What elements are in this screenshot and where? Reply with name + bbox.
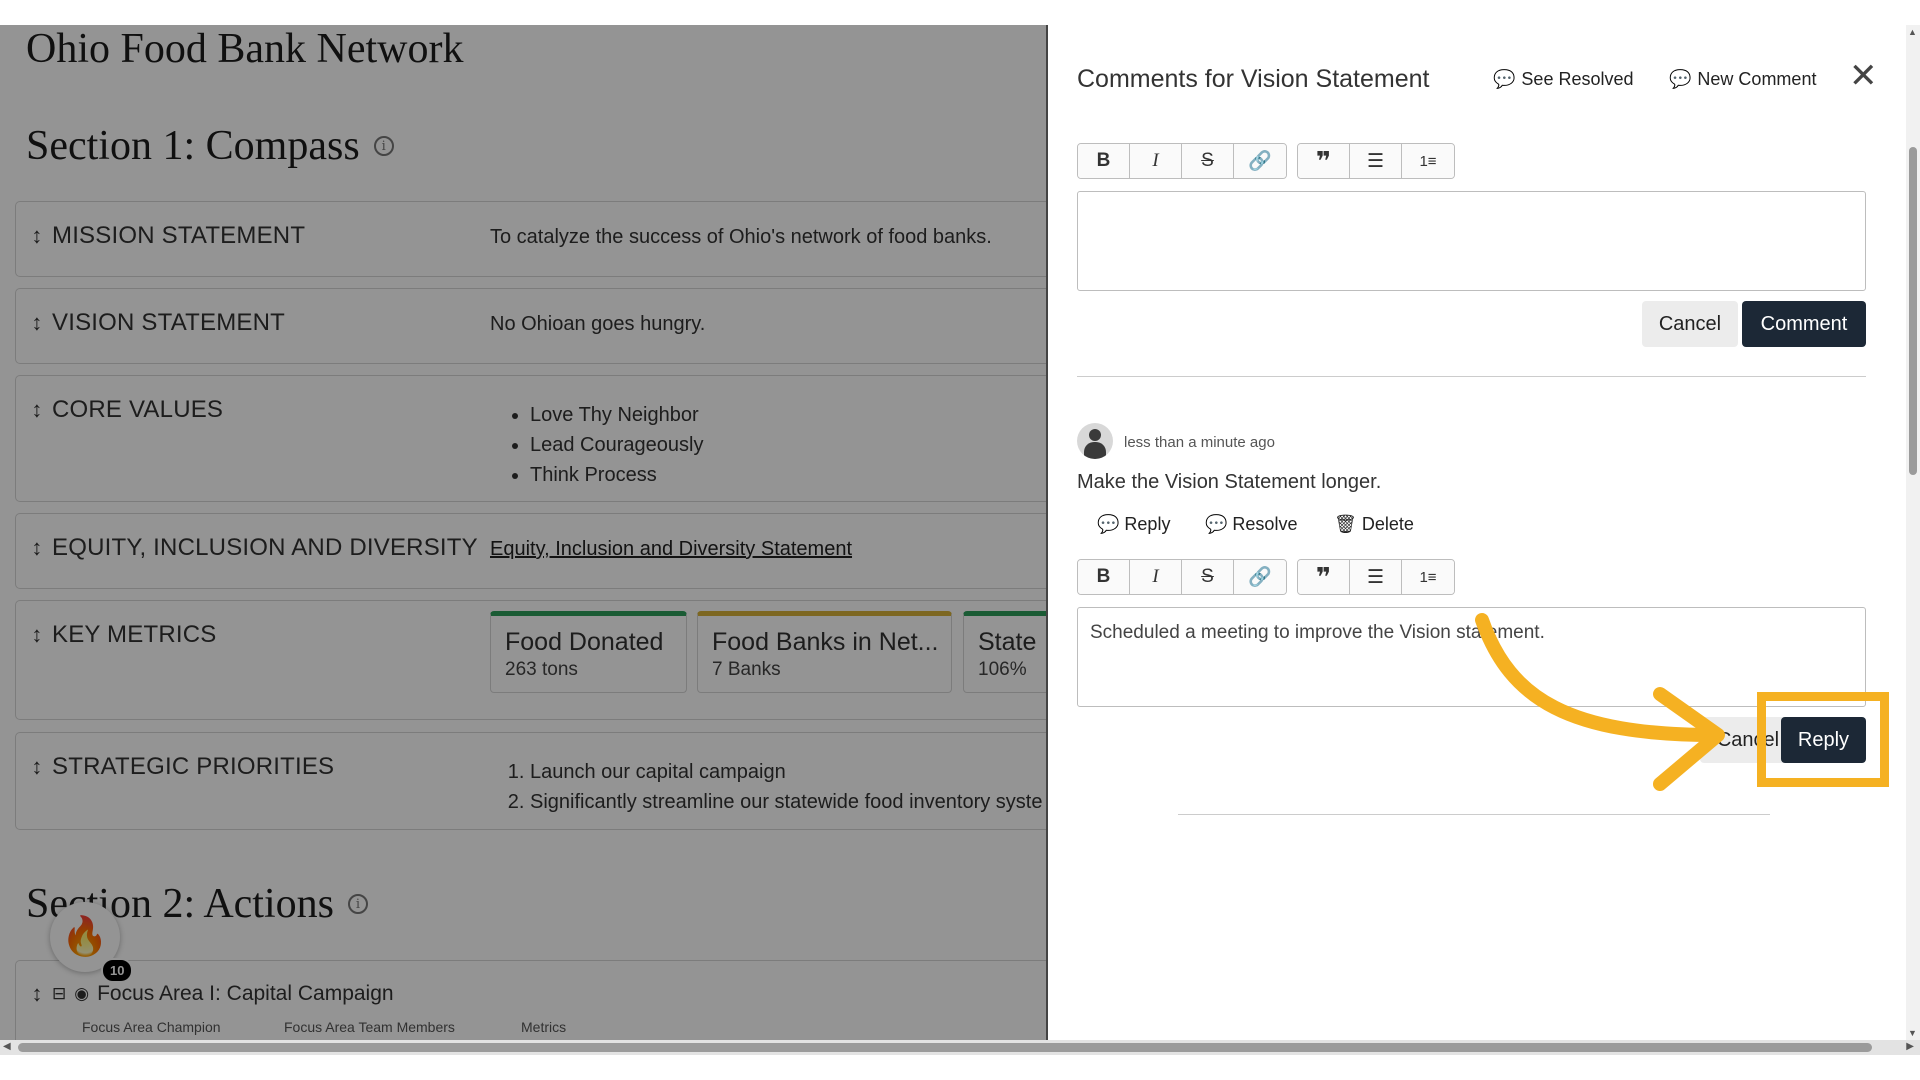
bold-icon[interactable]: B: [1078, 560, 1130, 594]
toolbar-group: B I S 🔗: [1077, 559, 1287, 595]
resolve-action[interactable]: 💬 Resolve: [1205, 514, 1297, 535]
scrollbar-thumb[interactable]: [1909, 147, 1917, 475]
resolve-action-label: Resolve: [1232, 514, 1298, 534]
toolbar-group: ❞ ☰ 1≡: [1297, 143, 1455, 179]
vertical-scrollbar[interactable]: ▲ ▼: [1906, 25, 1920, 1040]
quote-icon[interactable]: ❞: [1298, 144, 1350, 178]
format-toolbar: B I S 🔗 ❞ ☰ 1≡: [1077, 143, 1455, 179]
comment-icon: 💬: [1205, 514, 1228, 534]
comment-icon: 💬: [1493, 69, 1516, 89]
comment-timestamp: less than a minute ago: [1124, 434, 1275, 451]
comment-text: Make the Vision Statement longer.: [1077, 471, 1382, 493]
close-icon[interactable]: ✕: [1849, 59, 1878, 93]
toolbar-group: B I S 🔗: [1077, 143, 1287, 179]
new-comment-button[interactable]: 💬 New Comment: [1669, 69, 1816, 90]
strikethrough-icon[interactable]: S: [1182, 560, 1234, 594]
comment-icon: 💬: [1669, 69, 1692, 89]
panel-title: Comments for Vision Statement: [1077, 65, 1430, 93]
bold-icon[interactable]: B: [1078, 144, 1130, 178]
divider: [1178, 814, 1770, 815]
reply-action-label: Reply: [1124, 514, 1171, 534]
see-resolved-label: See Resolved: [1521, 69, 1634, 89]
top-strip: [0, 0, 1920, 25]
avatar: [1077, 423, 1113, 459]
italic-icon[interactable]: I: [1130, 560, 1182, 594]
comment-button[interactable]: Comment: [1742, 301, 1866, 347]
delete-action[interactable]: 🗑 Delete: [1334, 514, 1414, 535]
cancel-button[interactable]: Cancel: [1642, 301, 1738, 347]
horizontal-scrollbar[interactable]: ◀ ▶: [0, 1040, 1920, 1055]
comments-panel: Comments for Vision Statement 💬 See Resol…: [1046, 25, 1920, 1040]
scroll-right-icon[interactable]: ▶: [1906, 1041, 1914, 1052]
new-comment-label: New Comment: [1697, 69, 1817, 89]
link-icon[interactable]: 🔗: [1234, 144, 1286, 178]
pointer-arrow-icon: [1475, 613, 1725, 791]
toolbar-group: ❞ ☰ 1≡: [1297, 559, 1455, 595]
highlight-box: [1757, 692, 1889, 787]
strikethrough-icon[interactable]: S: [1182, 144, 1234, 178]
numbered-list-icon[interactable]: 1≡: [1402, 560, 1454, 594]
trash-icon: 🗑: [1334, 514, 1357, 534]
scroll-up-icon[interactable]: ▲: [1908, 27, 1917, 37]
scrollbar-thumb[interactable]: [18, 1043, 1872, 1052]
new-comment-editor[interactable]: [1077, 191, 1866, 291]
reply-action[interactable]: 💬 Reply: [1097, 514, 1170, 535]
numbered-list-icon[interactable]: 1≡: [1402, 144, 1454, 178]
see-resolved-button[interactable]: 💬 See Resolved: [1493, 69, 1634, 90]
scroll-down-icon[interactable]: ▼: [1908, 1028, 1917, 1038]
comment-icon: 💬: [1097, 514, 1120, 534]
divider: [1077, 376, 1866, 377]
bullet-list-icon[interactable]: ☰: [1350, 144, 1402, 178]
quote-icon[interactable]: ❞: [1298, 560, 1350, 594]
scroll-left-icon[interactable]: ◀: [3, 1041, 11, 1052]
bullet-list-icon[interactable]: ☰: [1350, 560, 1402, 594]
delete-action-label: Delete: [1361, 514, 1414, 534]
reply-format-toolbar: B I S 🔗 ❞ ☰ 1≡: [1077, 559, 1455, 595]
italic-icon[interactable]: I: [1130, 144, 1182, 178]
link-icon[interactable]: 🔗: [1234, 560, 1286, 594]
